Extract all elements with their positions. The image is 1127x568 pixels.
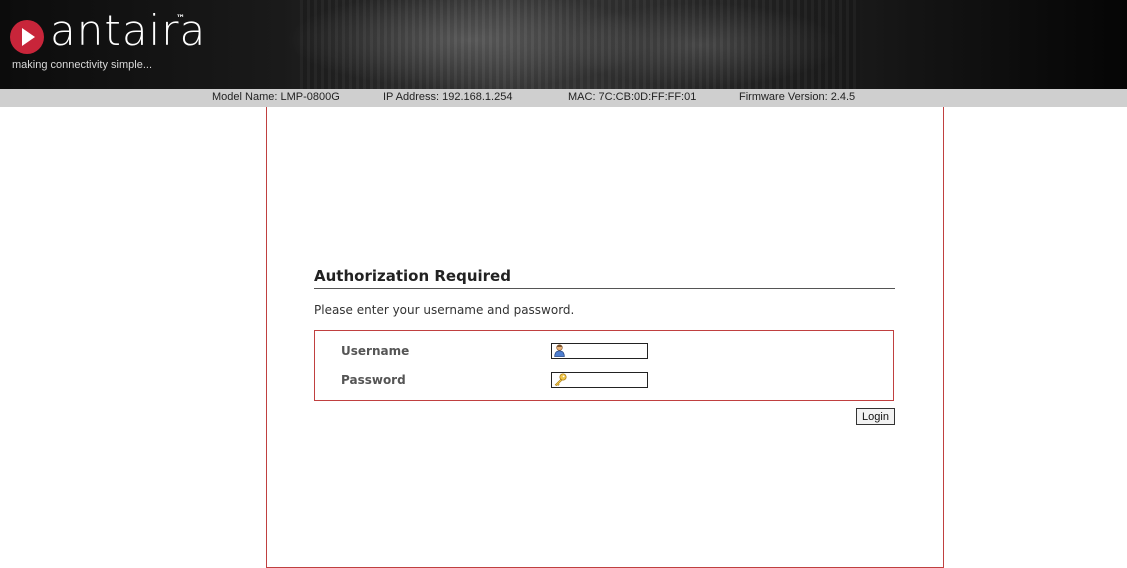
auth-description: Please enter your username and password. [314,303,575,317]
login-form-box [314,330,894,401]
model-name: Model Name: LMP-0800G [212,91,340,103]
device-info-bar: Model Name: LMP-0800G IP Address: 192.16… [0,89,1127,107]
logo-trademark: ™ [176,14,185,24]
header-banner: antaira ™ making connectivity simple... [0,0,1127,89]
username-label: Username [341,344,410,358]
password-label: Password [341,373,406,387]
page-title: Authorization Required [314,267,511,285]
firmware-version: Firmware Version: 2.4.5 [739,91,856,103]
ip-address: IP Address: 192.168.1.254 [383,91,513,103]
key-icon [554,373,567,386]
user-icon [554,344,565,357]
header-background-image [300,0,860,89]
login-button[interactable]: Login [856,408,895,425]
logo-tagline: making connectivity simple... [12,59,152,71]
mac-address: MAC: 7C:CB:0D:FF:FF:01 [568,91,697,103]
username-field[interactable] [551,343,648,359]
logo-play-icon [10,20,44,54]
title-divider [314,288,895,289]
brand-logo: antaira ™ making connectivity simple... [10,6,205,80]
